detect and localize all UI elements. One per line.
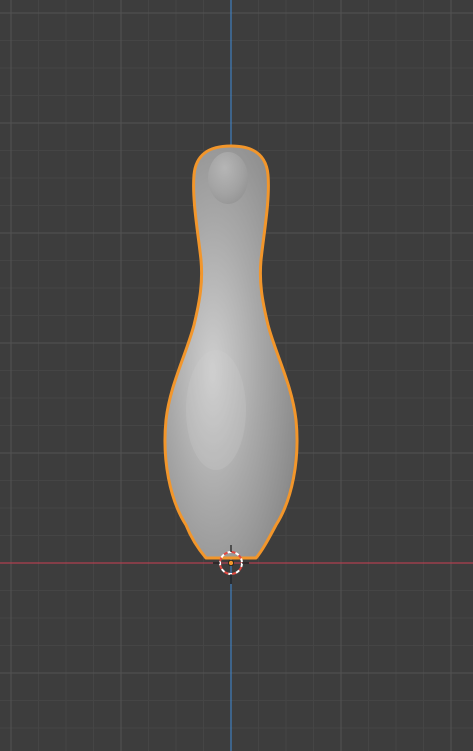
3d-viewport[interactable] [0,0,473,751]
origin-dot-icon [227,560,234,567]
viewport-canvas[interactable] [0,0,473,751]
pin-head-highlight [208,152,248,204]
pin-body-highlight [186,350,246,470]
